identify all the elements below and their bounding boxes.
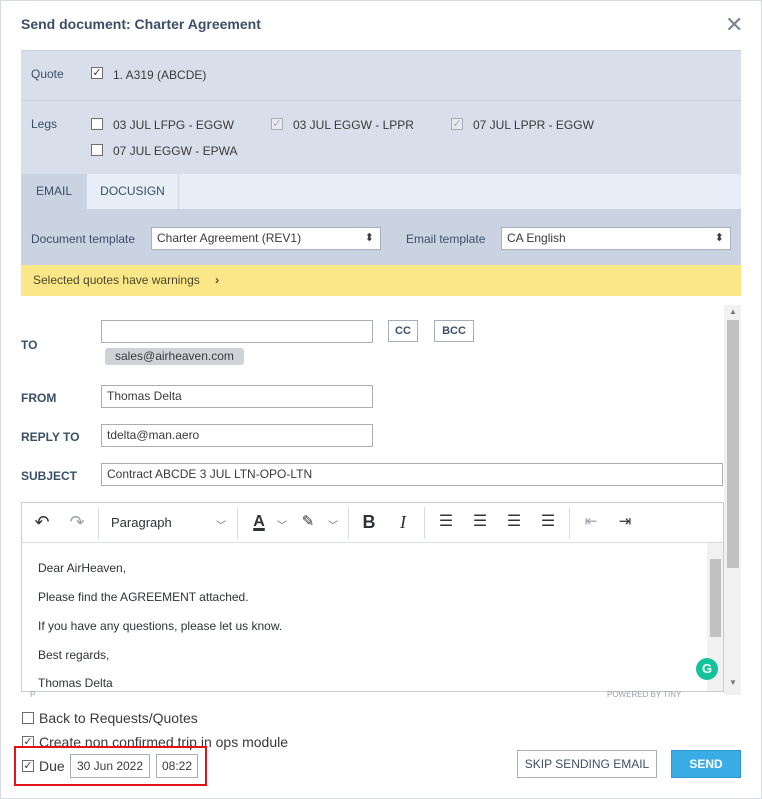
quote-checkbox[interactable]: ✓: [91, 67, 103, 79]
leg-checkbox-4[interactable]: [91, 144, 103, 156]
subject-label: SUBJECT: [21, 469, 78, 483]
warnings-bar[interactable]: Selected quotes have warnings ›: [21, 265, 741, 296]
to-input[interactable]: [101, 320, 373, 343]
toolbar-divider: [237, 507, 238, 539]
select-arrows-icon: ⬍: [364, 232, 374, 244]
indent-icon[interactable]: ⇥: [613, 511, 637, 533]
highlight-icon[interactable]: ✎: [296, 511, 320, 533]
align-left-icon[interactable]: ☰: [434, 511, 458, 533]
scroll-down-icon[interactable]: ▼: [729, 678, 737, 687]
leg-checkbox-2: ✓: [271, 118, 283, 130]
powered-by: POWERED BY TINY: [607, 690, 682, 699]
toolbar-divider: [98, 507, 99, 539]
chevron-right-icon: ›: [215, 273, 220, 287]
legs-label: Legs: [31, 117, 58, 131]
legs-section: Legs 03 JUL LFPG - EGGW ✓ 03 JUL EGGW - …: [21, 100, 741, 174]
select-arrows-icon: ⬍: [714, 232, 724, 244]
text-color-icon[interactable]: A: [247, 511, 271, 533]
align-center-icon[interactable]: ☰: [468, 511, 492, 533]
leg-label-2: 03 JUL EGGW - LPPR: [293, 118, 414, 132]
due-checkbox[interactable]: ✓: [22, 760, 34, 772]
email-template-select[interactable]: CA English ⬍: [501, 227, 731, 250]
document-template-label: Document template: [31, 232, 136, 246]
document-template-select[interactable]: Charter Agreement (REV1) ⬍: [151, 227, 381, 250]
scroll-up-icon[interactable]: ▲: [729, 307, 737, 316]
send-button[interactable]: SEND: [671, 750, 741, 778]
reply-to-label: REPLY TO: [21, 430, 80, 444]
due-date-input[interactable]: 30 Jun 2022: [70, 754, 150, 778]
template-section: Document template Charter Agreement (REV…: [21, 209, 741, 265]
email-template-value: CA English: [507, 231, 566, 245]
bold-icon[interactable]: B: [357, 511, 381, 533]
tab-email[interactable]: EMAIL: [21, 174, 87, 209]
chevron-down-icon[interactable]: ﹀: [328, 517, 338, 532]
cc-button[interactable]: CC: [388, 320, 418, 342]
tabs-bar: EMAIL DOCUSIGN: [21, 174, 741, 209]
editor-line: Dear AirHeaven,: [38, 561, 127, 575]
leg-checkbox-1[interactable]: [91, 118, 103, 130]
due-label: Due: [39, 758, 65, 774]
quote-item-label: 1. A319 (ABCDE): [113, 68, 207, 82]
redo-icon[interactable]: ↷: [65, 511, 89, 533]
align-right-icon[interactable]: ☰: [502, 511, 526, 533]
editor-path: P: [30, 690, 36, 699]
chevron-down-icon[interactable]: ﹀: [277, 517, 287, 532]
leg-label-1: 03 JUL LFPG - EGGW: [113, 118, 234, 132]
editor-line: Thomas Delta: [38, 676, 113, 690]
tab-docusign[interactable]: DOCUSIGN: [87, 174, 179, 209]
block-format-dropdown[interactable]: Paragraph: [111, 515, 172, 530]
chevron-down-icon[interactable]: ﹀: [216, 517, 226, 532]
due-time-input[interactable]: 08:22: [156, 754, 198, 778]
leg-label-4: 07 JUL EGGW - EPWA: [113, 144, 238, 158]
email-template-label: Email template: [406, 232, 486, 246]
leg-checkbox-3: ✓: [451, 118, 463, 130]
leg-label-3: 07 JUL LPPR - EGGW: [473, 118, 594, 132]
reply-to-input[interactable]: tdelta@man.aero: [101, 424, 373, 447]
rich-text-editor[interactable]: ↶ ↷ Paragraph ﹀ A ﹀ ✎ ﹀ B I ☰ ☰ ☰ ☰ ⇤ ⇥ …: [21, 502, 724, 692]
toolbar-divider: [348, 507, 349, 539]
toolbar-divider: [569, 507, 570, 539]
quote-label: Quote: [31, 67, 64, 81]
toolbar-divider: [424, 507, 425, 539]
from-input[interactable]: Thomas Delta: [101, 385, 373, 408]
italic-icon[interactable]: I: [391, 511, 415, 533]
skip-sending-email-button[interactable]: SKIP SENDING EMAIL: [517, 750, 657, 778]
undo-icon[interactable]: ↶: [30, 511, 54, 533]
grammarly-icon[interactable]: G: [696, 658, 718, 680]
warnings-text: Selected quotes have warnings: [33, 273, 200, 287]
block-format-value: Paragraph: [111, 515, 172, 530]
editor-line: Best regards,: [38, 648, 110, 662]
dialog-title: Send document: Charter Agreement: [21, 16, 261, 32]
editor-line: Please find the AGREEMENT attached.: [38, 590, 249, 604]
align-justify-icon[interactable]: ☰: [536, 511, 560, 533]
editor-scrollbar-thumb[interactable]: [710, 559, 721, 637]
form-scrollbar-thumb[interactable]: [727, 320, 739, 568]
editor-toolbar: ↶ ↷ Paragraph ﹀ A ﹀ ✎ ﹀ B I ☰ ☰ ☰ ☰ ⇤ ⇥: [22, 503, 723, 543]
quote-section: Quote ✓ 1. A319 (ABCDE): [21, 50, 741, 100]
from-label: FROM: [21, 391, 57, 405]
recipient-chip[interactable]: sales@airheaven.com: [105, 348, 244, 365]
subject-input[interactable]: Contract ABCDE 3 JUL LTN-OPO-LTN: [101, 463, 723, 486]
back-to-requests-checkbox[interactable]: [22, 712, 34, 724]
bcc-button[interactable]: BCC: [434, 320, 474, 342]
document-template-value: Charter Agreement (REV1): [157, 231, 302, 245]
close-icon[interactable]: ✕: [725, 13, 743, 37]
outdent-icon[interactable]: ⇤: [579, 511, 603, 533]
editor-line: If you have any questions, please let us…: [38, 619, 283, 633]
back-to-requests-label: Back to Requests/Quotes: [39, 710, 198, 726]
to-label: TO: [21, 338, 38, 352]
